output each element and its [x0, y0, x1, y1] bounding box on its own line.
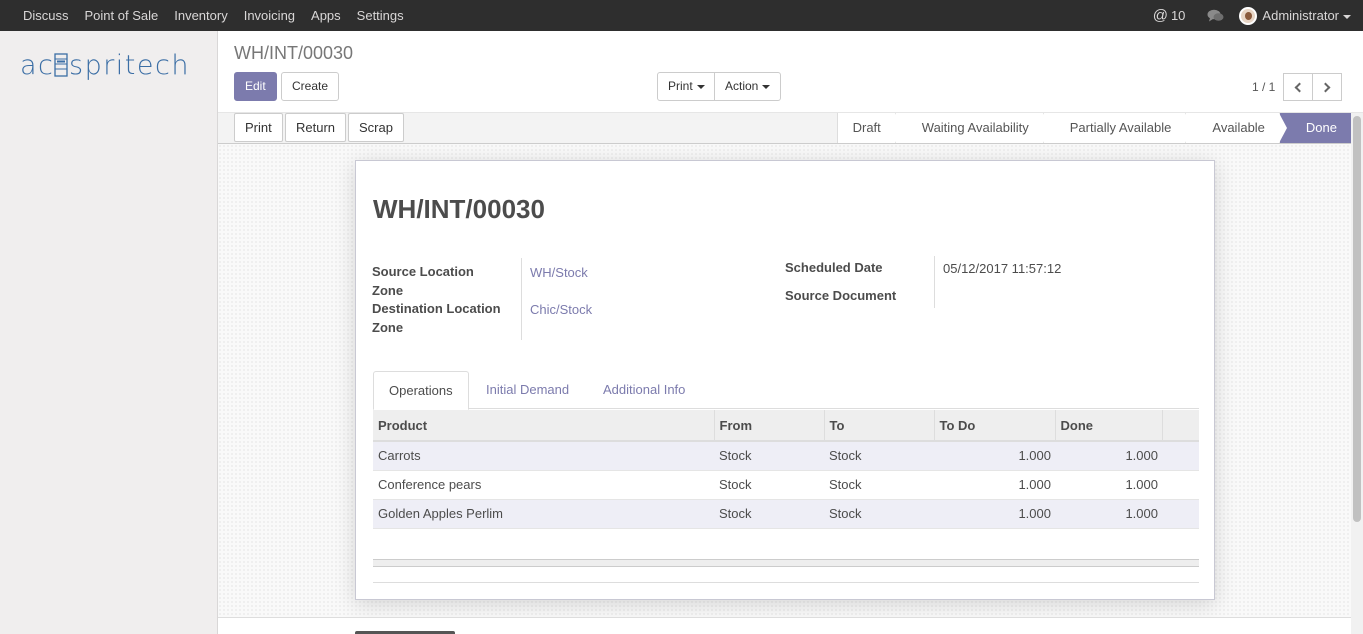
- column-done[interactable]: Done: [1055, 410, 1163, 442]
- company-logo: ac spritech: [20, 50, 190, 81]
- pager-previous-button[interactable]: [1283, 73, 1313, 101]
- cell-from: Stock: [714, 499, 824, 529]
- stage-waiting-availability[interactable]: Waiting Availability: [894, 113, 1051, 143]
- avatar: [1239, 6, 1258, 25]
- cell-to-do: 1.000: [934, 470, 1055, 500]
- source-location-label: Source Location Zone: [372, 264, 474, 298]
- cell-extra: [1162, 499, 1199, 529]
- record-title: WH/INT/00030: [373, 194, 545, 224]
- tab-initial-demand[interactable]: Initial Demand: [471, 371, 584, 410]
- column-product[interactable]: Product: [373, 410, 715, 442]
- stage-available[interactable]: Available: [1185, 113, 1287, 143]
- chevron-left-icon: [1294, 82, 1305, 92]
- source-location-link[interactable]: WH/Stock: [530, 265, 588, 280]
- scrollbar-thumb[interactable]: [1353, 116, 1361, 522]
- table-row[interactable]: Golden Apples Perlim Stock Stock 1.000 1…: [373, 499, 1199, 529]
- tab-operations[interactable]: Operations: [373, 371, 469, 410]
- control-panel: WH/INT/00030 Edit Create Print Action 1 …: [218, 31, 1363, 113]
- tab-additional-info[interactable]: Additional Info: [588, 371, 700, 410]
- sidebar: ac spritech: [0, 31, 218, 634]
- user-menu[interactable]: Administrator: [1239, 6, 1363, 25]
- divider: [373, 582, 1199, 583]
- print-dropdown[interactable]: Print: [657, 72, 716, 101]
- destination-location-link[interactable]: Chic/Stock: [530, 302, 592, 317]
- table-footer: [373, 559, 1199, 567]
- stage-done[interactable]: Done: [1278, 113, 1351, 143]
- chevron-right-icon: [1320, 82, 1331, 92]
- cell-done: 1.000: [1055, 499, 1162, 529]
- cell-to-do: 1.000: [934, 441, 1055, 471]
- chat-button[interactable]: [1207, 9, 1224, 23]
- main-menu: Discuss Point of Sale Inventory Invoicin…: [0, 0, 412, 31]
- print-dropdown-label: Print: [668, 79, 693, 93]
- create-button[interactable]: Create: [281, 72, 340, 101]
- cell-from: Stock: [714, 441, 824, 471]
- svg-text:ac: ac: [20, 50, 54, 81]
- caret-down-icon: [696, 84, 705, 89]
- cell-to: Stock: [824, 470, 934, 500]
- cell-product: Conference pears: [373, 470, 714, 500]
- scheduled-date-label: Scheduled Date: [785, 260, 883, 275]
- cell-product: Golden Apples Perlim: [373, 499, 714, 529]
- cell-done: 1.000: [1055, 470, 1162, 500]
- column-to[interactable]: To: [824, 410, 935, 442]
- column-extra: [1162, 410, 1199, 442]
- chat-bubbles-icon: [1207, 9, 1224, 21]
- menu-discuss[interactable]: Discuss: [15, 0, 77, 31]
- user-name: Administrator: [1262, 8, 1339, 23]
- table-row[interactable]: Carrots Stock Stock 1.000 1.000: [373, 441, 1199, 471]
- table-header-row: Product From To To Do Done: [373, 410, 1199, 442]
- action-dropdown[interactable]: Action: [714, 72, 782, 101]
- stage-draft[interactable]: Draft: [836, 113, 903, 143]
- breadcrumb[interactable]: WH/INT/00030: [234, 43, 353, 64]
- menu-settings[interactable]: Settings: [349, 0, 412, 31]
- cell-to: Stock: [824, 441, 934, 471]
- table-row[interactable]: Conference pears Stock Stock 1.000 1.000: [373, 470, 1199, 500]
- notebook-tabs: Operations Initial Demand Additional Inf…: [373, 371, 1199, 410]
- cell-to-do: 1.000: [934, 499, 1055, 529]
- chevron-down-icon: [1343, 14, 1351, 19]
- messages-count: 10: [1170, 8, 1186, 23]
- pager-value[interactable]: 1 / 1: [1252, 80, 1275, 94]
- at-icon: @: [1152, 7, 1168, 24]
- menu-point-of-sale[interactable]: Point of Sale: [77, 0, 167, 31]
- print-button[interactable]: Print: [234, 113, 283, 142]
- column-to-do[interactable]: To Do: [934, 410, 1056, 442]
- cell-product: Carrots: [373, 441, 714, 471]
- messages-button[interactable]: @ 10: [1153, 7, 1208, 24]
- statusbar: Draft Waiting Availability Partially Ava…: [836, 113, 1351, 143]
- systray: @ 10 Administrator: [1153, 0, 1363, 31]
- cell-extra: [1162, 441, 1199, 471]
- form-sheet: WH/INT/00030 Source Location Zone WH/Sto…: [355, 160, 1215, 600]
- cell-extra: [1162, 470, 1199, 500]
- menu-apps[interactable]: Apps: [303, 0, 349, 31]
- caret-down-icon: [762, 84, 771, 89]
- cell-done: 1.000: [1055, 441, 1162, 471]
- cell-to: Stock: [824, 499, 934, 529]
- stage-partially-available[interactable]: Partially Available: [1042, 113, 1194, 143]
- menu-inventory[interactable]: Inventory: [166, 0, 235, 31]
- edit-button[interactable]: Edit: [234, 72, 277, 101]
- action-dropdown-label: Action: [725, 79, 759, 93]
- cell-from: Stock: [714, 470, 824, 500]
- svg-text:spritech: spritech: [69, 50, 190, 81]
- scheduled-date-value: 05/12/2017 11:57:12: [943, 261, 1062, 276]
- operations-table: Product From To To Do Done Carrots Stock…: [373, 410, 1199, 529]
- pager-next-button[interactable]: [1312, 73, 1342, 101]
- column-from[interactable]: From: [714, 410, 825, 442]
- field-separator: [934, 256, 935, 308]
- destination-location-label: Destination Location Zone: [372, 301, 501, 335]
- return-button[interactable]: Return: [285, 113, 347, 142]
- scrap-button[interactable]: Scrap: [348, 113, 404, 142]
- top-navbar: Discuss Point of Sale Inventory Invoicin…: [0, 0, 1363, 31]
- menu-invoicing[interactable]: Invoicing: [236, 0, 303, 31]
- form-header: Print Return Scrap Draft Waiting Availab…: [218, 113, 1351, 144]
- source-document-label: Source Document: [785, 288, 897, 303]
